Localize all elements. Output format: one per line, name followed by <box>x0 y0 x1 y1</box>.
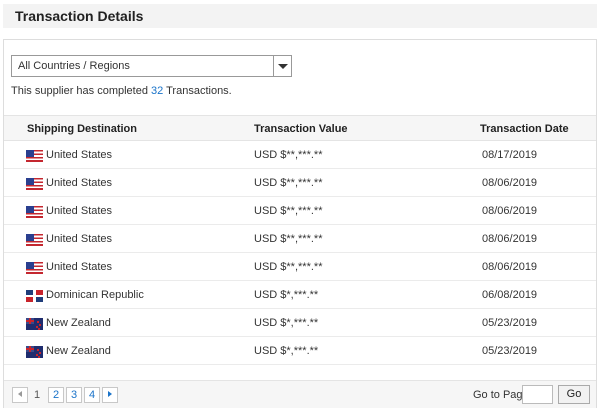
date-cell: 08/06/2019 <box>482 261 538 273</box>
value-cell: USD $**,***.** <box>254 233 323 245</box>
column-header-destination: Shipping Destination <box>27 123 137 135</box>
date-cell: 08/17/2019 <box>482 149 538 161</box>
destination-cell: United States <box>46 205 113 217</box>
table-row: New Zealand USD $*,***.** 05/23/2019 <box>4 309 596 337</box>
go-button[interactable]: Go <box>558 385 590 404</box>
pagination-bar: 1 2 3 4 Go to Page Go <box>4 380 596 408</box>
title-bar: Transaction Details <box>3 4 597 28</box>
transactions-table: Shipping Destination Transaction Value T… <box>4 115 596 365</box>
chevron-down-icon <box>278 64 288 69</box>
table-row: United States USD $**,***.** 08/06/2019 <box>4 197 596 225</box>
dominican-republic-flag-icon <box>26 290 43 302</box>
table-row: United States USD $**,***.** 08/06/2019 <box>4 253 596 281</box>
value-cell: USD $**,***.** <box>254 149 323 161</box>
page-title: Transaction Details <box>15 8 144 24</box>
destination-cell: United States <box>46 233 113 245</box>
page-link-2[interactable]: 2 <box>48 387 64 403</box>
destination-cell: New Zealand <box>46 345 111 357</box>
value-cell: USD $**,***.** <box>254 205 323 217</box>
table-row: United States USD $**,***.** 08/06/2019 <box>4 225 596 253</box>
page-current: 1 <box>33 389 41 401</box>
previous-page-button[interactable] <box>12 387 28 403</box>
next-page-button[interactable] <box>102 387 118 403</box>
table-row: New Zealand USD $*,***.** 05/23/2019 <box>4 337 596 365</box>
new-zealand-flag-icon <box>26 346 43 358</box>
value-cell: USD $*,***.** <box>254 289 319 301</box>
destination-cell: New Zealand <box>46 317 111 329</box>
us-flag-icon <box>26 234 43 246</box>
transaction-count: 32 <box>151 85 164 97</box>
page-link-3[interactable]: 3 <box>66 387 82 403</box>
go-to-page-input[interactable] <box>522 385 553 404</box>
value-cell: USD $**,***.** <box>254 261 323 273</box>
new-zealand-flag-icon <box>26 318 43 330</box>
destination-cell: United States <box>46 177 113 189</box>
transactions-panel: All Countries / Regions This supplier ha… <box>3 39 597 408</box>
column-header-date: Transaction Date <box>480 123 569 135</box>
destination-cell: United States <box>46 261 113 273</box>
go-to-page-label: Go to Page <box>473 389 529 401</box>
chevron-left-icon <box>18 391 22 398</box>
date-cell: 05/23/2019 <box>482 345 538 357</box>
column-header-value: Transaction Value <box>254 123 348 135</box>
date-cell: 08/06/2019 <box>482 205 538 217</box>
date-cell: 08/06/2019 <box>482 177 538 189</box>
value-cell: USD $**,***.** <box>254 177 323 189</box>
destination-cell: United States <box>46 149 113 161</box>
dropdown-button[interactable] <box>273 56 291 76</box>
date-cell: 08/06/2019 <box>482 233 538 245</box>
country-region-select-value: All Countries / Regions <box>18 60 130 72</box>
us-flag-icon <box>26 150 43 162</box>
value-cell: USD $*,***.** <box>254 317 319 329</box>
page-link-4[interactable]: 4 <box>84 387 100 403</box>
us-flag-icon <box>26 262 43 274</box>
value-cell: USD $*,***.** <box>254 345 319 357</box>
chevron-right-icon <box>108 391 112 398</box>
us-flag-icon <box>26 206 43 218</box>
table-row: United States USD $**,***.** 08/06/2019 <box>4 169 596 197</box>
date-cell: 06/08/2019 <box>482 289 538 301</box>
country-region-select[interactable]: All Countries / Regions <box>11 55 292 77</box>
table-row: Dominican Republic USD $*,***.** 06/08/2… <box>4 281 596 309</box>
table-header: Shipping Destination Transaction Value T… <box>4 115 596 141</box>
date-cell: 05/23/2019 <box>482 317 538 329</box>
us-flag-icon <box>26 178 43 190</box>
destination-cell: Dominican Republic <box>46 289 144 301</box>
table-row: United States USD $**,***.** 08/17/2019 <box>4 141 596 169</box>
transaction-summary: This supplier has completed 32 Transacti… <box>11 85 232 97</box>
